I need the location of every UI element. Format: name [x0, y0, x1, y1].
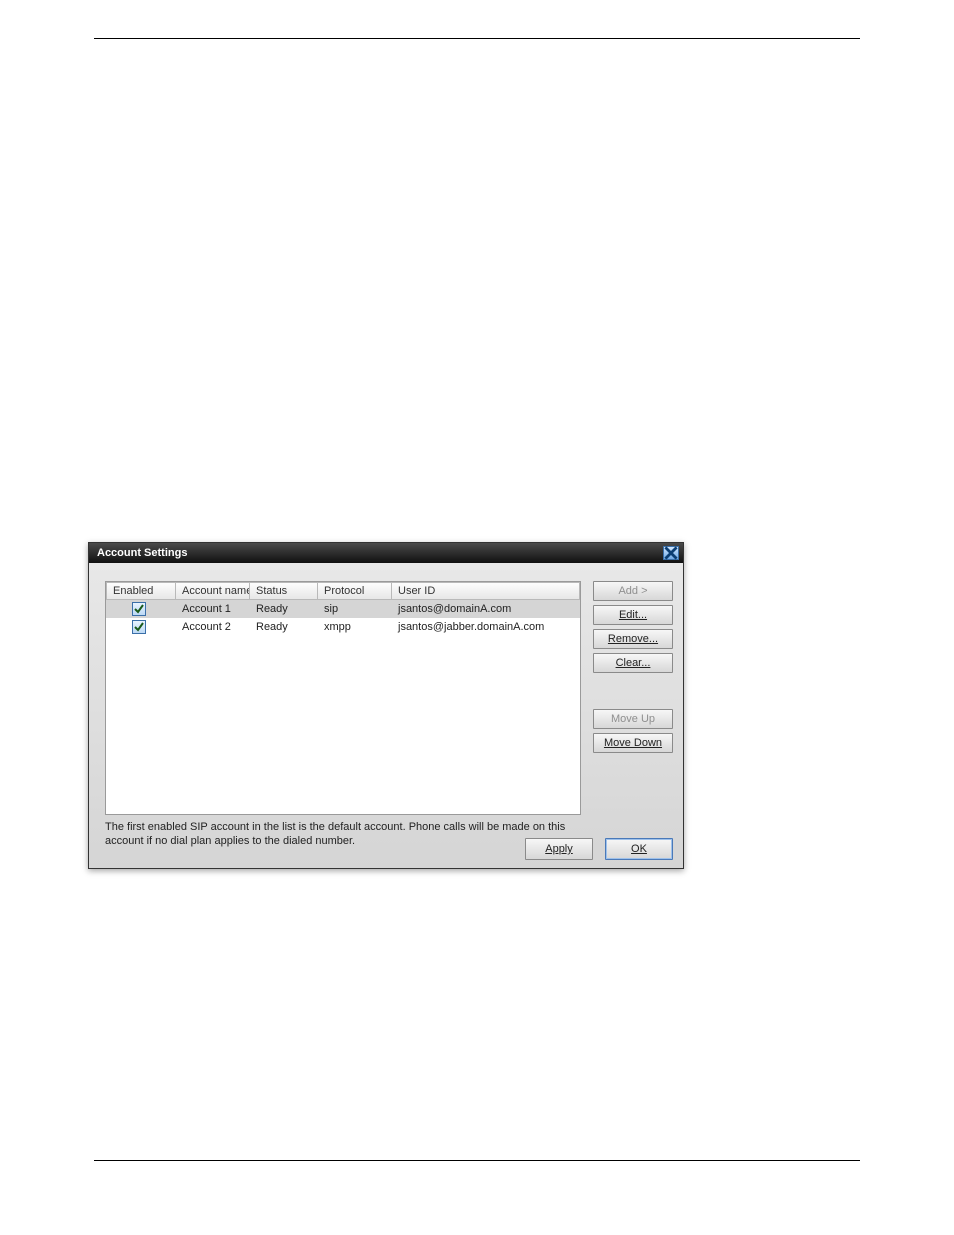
side-buttons: Add > Edit... Remove... Clear... Move Up… — [593, 581, 673, 753]
cell-userid: jsantos@domainA.com — [392, 603, 580, 615]
ok-button[interactable]: OK — [605, 838, 673, 860]
col-name[interactable]: Account name — [176, 582, 250, 600]
button-spacer — [593, 677, 673, 705]
table-row[interactable]: Account 1Readysipjsantos@domainA.com — [106, 600, 580, 618]
cell-name: Account 1 — [176, 603, 250, 615]
add-button[interactable]: Add > — [593, 581, 673, 601]
move-down-button[interactable]: Move Down — [593, 733, 673, 753]
document-page: Account Settings Enabled Account name St… — [0, 0, 954, 1235]
move-up-button[interactable]: Move Up — [593, 709, 673, 729]
accounts-table[interactable]: Enabled Account name Status Protocol Use… — [105, 581, 581, 815]
checkbox-icon[interactable] — [132, 602, 146, 616]
col-status[interactable]: Status — [250, 582, 318, 600]
col-enabled[interactable]: Enabled — [106, 582, 176, 600]
table-header: Enabled Account name Status Protocol Use… — [106, 582, 580, 600]
titlebar[interactable]: Account Settings — [89, 543, 683, 563]
checkbox-icon[interactable] — [132, 620, 146, 634]
table-rows: Account 1Readysipjsantos@domainA.comAcco… — [106, 600, 580, 636]
cell-enabled[interactable] — [106, 602, 176, 617]
table-row[interactable]: Account 2Readyxmppjsantos@jabber.domainA… — [106, 618, 580, 636]
footer-rule — [94, 1160, 860, 1161]
cell-status: Ready — [250, 603, 318, 615]
col-userid[interactable]: User ID — [392, 582, 580, 600]
col-protocol[interactable]: Protocol — [318, 582, 392, 600]
cell-userid: jsantos@jabber.domainA.com — [392, 621, 580, 633]
account-settings-dialog: Account Settings Enabled Account name St… — [88, 542, 684, 869]
dialog-title: Account Settings — [97, 547, 187, 559]
remove-button[interactable]: Remove... — [593, 629, 673, 649]
close-icon[interactable] — [663, 546, 679, 560]
header-rule — [94, 38, 860, 39]
dialog-body: Enabled Account name Status Protocol Use… — [99, 573, 673, 826]
cell-protocol: xmpp — [318, 621, 392, 633]
cell-status: Ready — [250, 621, 318, 633]
cell-enabled[interactable] — [106, 620, 176, 635]
dialog-footer: Apply OK — [525, 838, 673, 860]
edit-button[interactable]: Edit... — [593, 605, 673, 625]
cell-protocol: sip — [318, 603, 392, 615]
cell-name: Account 2 — [176, 621, 250, 633]
apply-button[interactable]: Apply — [525, 838, 593, 860]
clear-button[interactable]: Clear... — [593, 653, 673, 673]
